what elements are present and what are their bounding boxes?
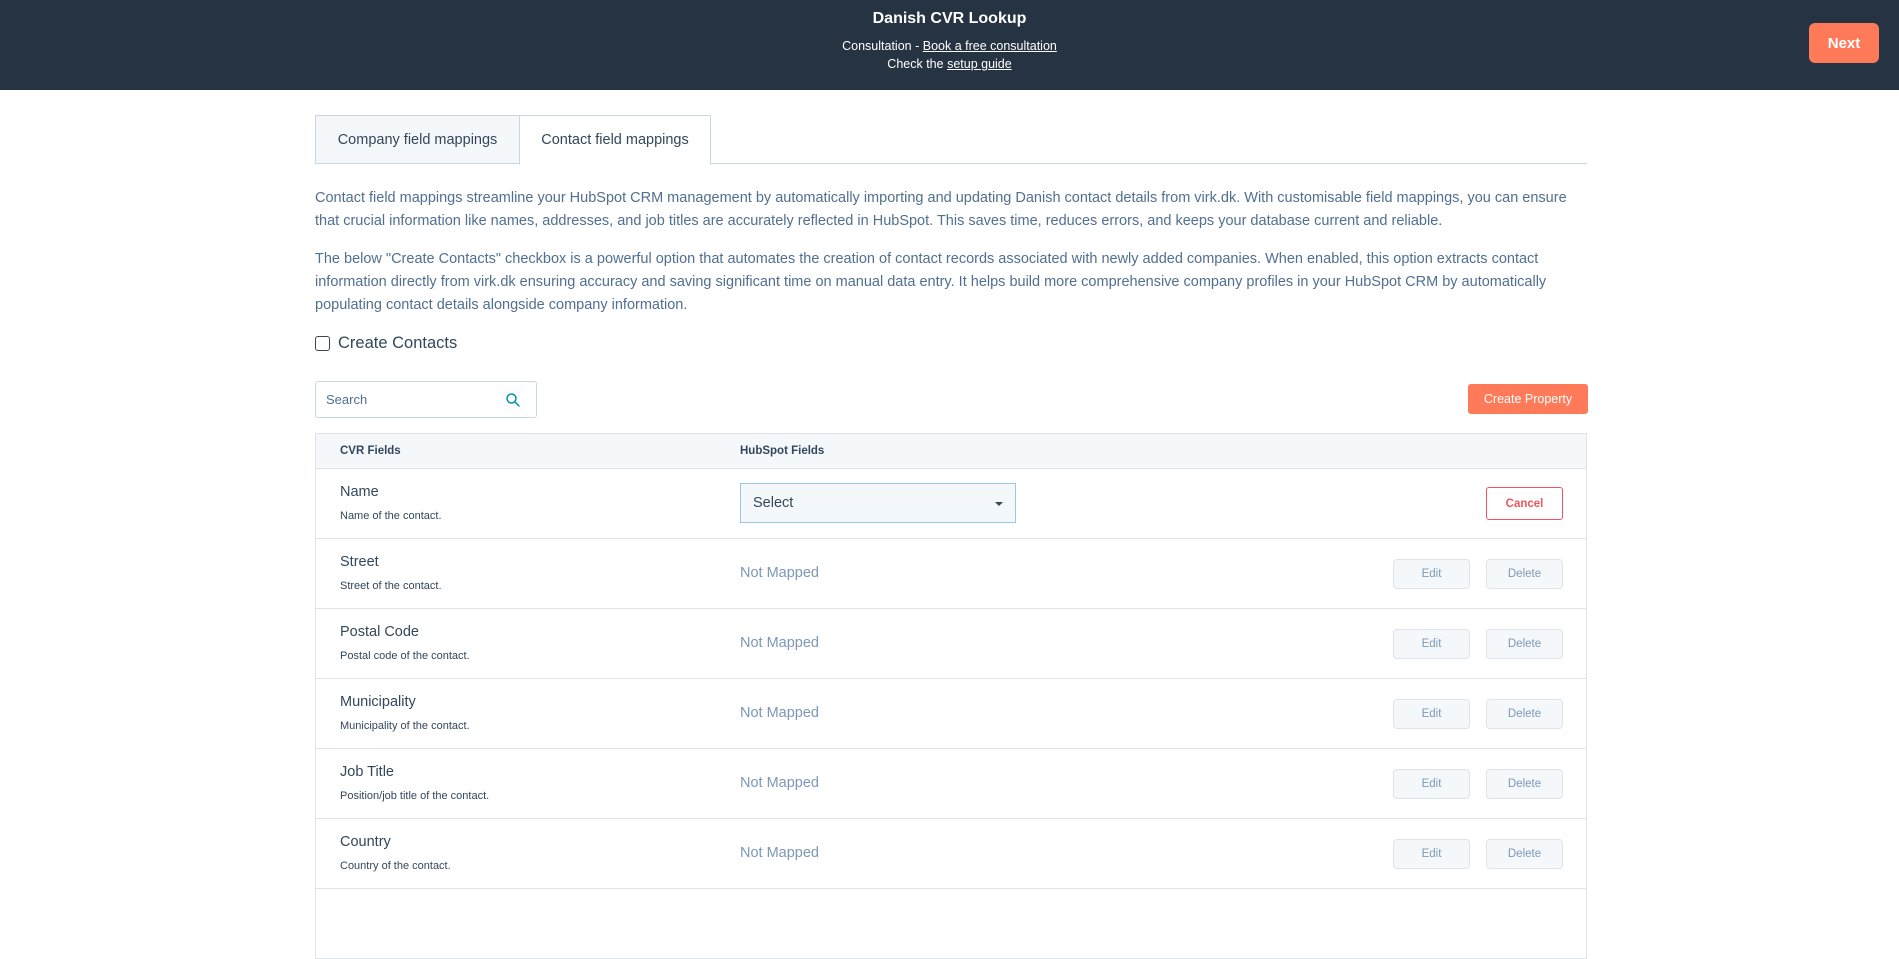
guide-prefix: Check the (887, 57, 948, 71)
tab-contact-field-mappings[interactable]: Contact field mappings (519, 115, 711, 165)
consultation-line: Consultation - Book a free consultation (0, 39, 1899, 53)
edit-button[interactable]: Edit (1393, 769, 1470, 799)
field-name: Country (340, 834, 391, 850)
column-header-hubspot-fields: HubSpot Fields (740, 445, 825, 457)
setup-guide-line: Check the setup guide (0, 57, 1899, 71)
mapping-status: Not Mapped (740, 775, 819, 791)
field-description: Street of the contact. (340, 580, 442, 592)
field-description: Position/job title of the contact. (340, 790, 490, 802)
field-name: Job Title (340, 764, 394, 780)
table-header: CVR Fields HubSpot Fields (316, 434, 1586, 469)
edit-button[interactable]: Edit (1393, 629, 1470, 659)
table-row: Street Street of the contact. Not Mapped… (316, 539, 1586, 609)
table-row (316, 889, 1586, 959)
mapping-status: Not Mapped (740, 705, 819, 721)
description-paragraph-1: Contact field mappings streamline your H… (315, 190, 1567, 229)
field-description: Country of the contact. (340, 860, 451, 872)
app-title: Danish CVR Lookup (872, 10, 1027, 27)
field-description: Postal code of the contact. (340, 650, 470, 662)
caret-down-icon (995, 502, 1003, 506)
field-mappings-table: CVR Fields HubSpot Fields Name Name of t… (315, 433, 1587, 959)
field-name: Municipality (340, 694, 416, 710)
search-input[interactable] (316, 382, 496, 417)
description-paragraph-2: The below "Create Contacts" checkbox is … (315, 251, 1547, 313)
table-row: Country Country of the contact. Not Mapp… (316, 819, 1586, 889)
delete-button[interactable]: Delete (1486, 769, 1563, 799)
search-icon[interactable] (505, 392, 521, 408)
field-name: Postal Code (340, 624, 419, 640)
delete-button[interactable]: Delete (1486, 629, 1563, 659)
delete-button[interactable]: Delete (1486, 699, 1563, 729)
edit-button[interactable]: Edit (1393, 839, 1470, 869)
cancel-button[interactable]: Cancel (1486, 487, 1563, 520)
edit-button[interactable]: Edit (1393, 699, 1470, 729)
field-name: Name (340, 484, 379, 500)
create-contacts-option[interactable]: Create Contacts (315, 334, 457, 353)
delete-button[interactable]: Delete (1486, 559, 1563, 589)
create-contacts-label: Create Contacts (338, 334, 458, 352)
select-value: Select (753, 495, 794, 511)
mapping-status: Not Mapped (740, 845, 819, 861)
delete-button[interactable]: Delete (1486, 839, 1563, 869)
field-description: Name of the contact. (340, 510, 442, 522)
edit-button[interactable]: Edit (1393, 559, 1470, 589)
table-row-editing: Name Name of the contact. Select Cancel (316, 469, 1586, 539)
table-row: Municipality Municipality of the contact… (316, 679, 1586, 749)
table-row: Postal Code Postal code of the contact. … (316, 609, 1586, 679)
table-row: Job Title Position/job title of the cont… (316, 749, 1586, 819)
search-box (315, 381, 537, 418)
top-header: Danish CVR Lookup Consultation - Book a … (0, 0, 1899, 90)
book-consultation-link[interactable]: Book a free consultation (923, 39, 1057, 53)
column-header-cvr-fields: CVR Fields (340, 445, 401, 457)
hubspot-field-select[interactable]: Select (740, 483, 1016, 523)
next-button[interactable]: Next (1809, 23, 1879, 63)
mapping-status: Not Mapped (740, 565, 819, 581)
create-property-button[interactable]: Create Property (1468, 384, 1588, 414)
mapping-status: Not Mapped (740, 635, 819, 651)
field-name: Street (340, 554, 379, 570)
field-description: Municipality of the contact. (340, 720, 470, 732)
consultation-prefix: Consultation - (842, 39, 923, 53)
setup-guide-link[interactable]: setup guide (947, 57, 1012, 71)
tab-bar: Company field mappings Contact field map… (315, 115, 1587, 165)
tab-company-field-mappings[interactable]: Company field mappings (315, 115, 520, 164)
create-contacts-checkbox[interactable] (315, 336, 330, 351)
